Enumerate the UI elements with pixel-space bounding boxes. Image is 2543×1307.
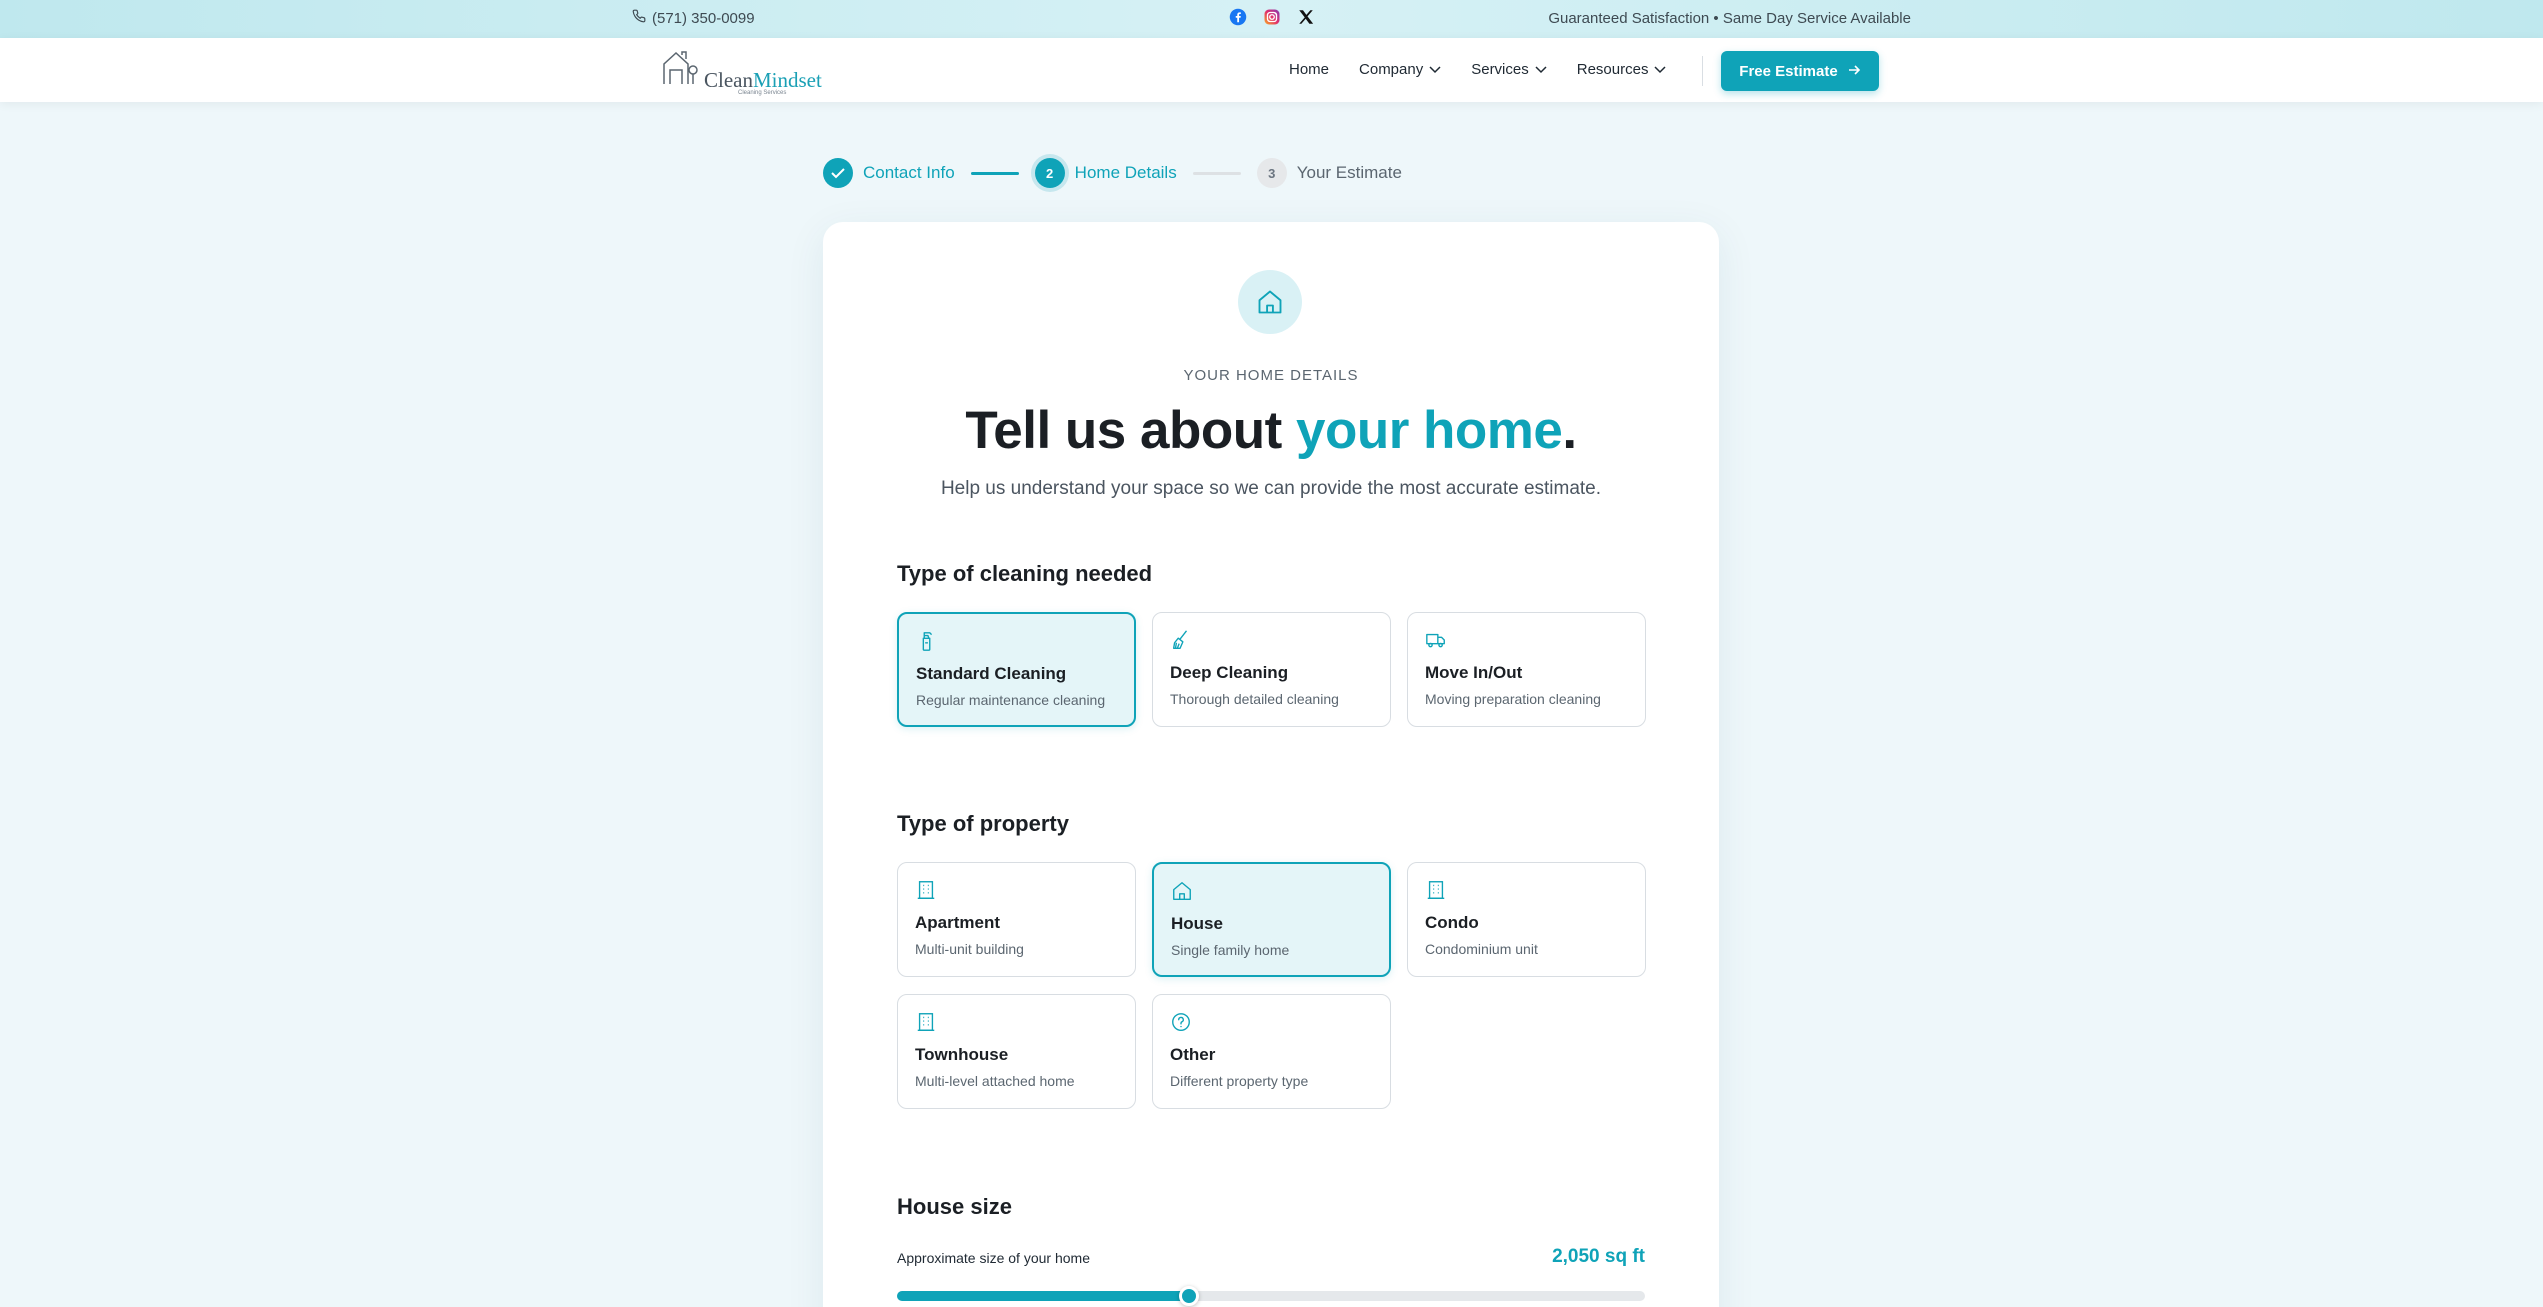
option-title: Townhouse xyxy=(915,1045,1009,1064)
page-subtitle: Help us understand your space so we can … xyxy=(940,478,1602,499)
step-connector xyxy=(970,171,1019,175)
building-icon xyxy=(915,879,937,901)
chevron-down-icon xyxy=(1535,61,1547,78)
step-1-check-icon[interactable] xyxy=(823,158,853,188)
phone-icon xyxy=(632,9,646,27)
phone-contact[interactable]: (571) 350-0099 xyxy=(632,9,755,27)
nav-item-label: Resources xyxy=(1576,61,1649,78)
headline-accent: your home xyxy=(1295,401,1563,460)
option-condo[interactable]: Condo Condominium unit xyxy=(1407,862,1646,977)
headline-end: . xyxy=(1562,401,1577,460)
option-townhouse[interactable]: Townhouse Multi-level attached home xyxy=(897,994,1136,1109)
truck-icon xyxy=(1425,629,1447,651)
option-house[interactable]: House Single family home xyxy=(1152,862,1391,977)
option-title: Move In/Out xyxy=(1425,663,1523,682)
logo-subtitle: Cleaning Services xyxy=(738,90,787,96)
option-title: Deep Cleaning xyxy=(1170,663,1289,682)
arrow-right-icon xyxy=(1848,63,1861,80)
logo-text-accent: Mindset xyxy=(752,68,822,92)
option-description: Different property type xyxy=(1170,1073,1309,1089)
headline-start: Tell us about xyxy=(965,401,1296,460)
option-title: Condo xyxy=(1425,913,1479,932)
option-description: Multi-unit building xyxy=(915,941,1024,957)
option-title: Other xyxy=(1170,1045,1216,1064)
house-icon xyxy=(1238,270,1302,334)
section-eyebrow: YOUR HOME DETAILS xyxy=(1183,367,1359,384)
spray-bottle-icon xyxy=(916,630,938,652)
nav-item-company[interactable]: Company xyxy=(1359,61,1441,78)
slider-fill xyxy=(897,1291,1189,1301)
option-apartment[interactable]: Apartment Multi-unit building xyxy=(897,862,1136,977)
property-type-title: Type of property xyxy=(897,811,1069,836)
top-info-bar: (571) 350-0099 Guaranteed Satisfaction •… xyxy=(0,0,2543,38)
option-other[interactable]: Other Different property type xyxy=(1152,994,1391,1109)
option-standard-cleaning[interactable]: Standard Cleaning Regular maintenance cl… xyxy=(897,612,1136,727)
brand-logo[interactable]: CleanMindset Cleaning Services xyxy=(662,50,822,96)
building-icon xyxy=(1425,879,1447,901)
building-icon xyxy=(915,1011,937,1033)
option-title: Apartment xyxy=(915,913,1001,932)
step-3-label: Your Estimate xyxy=(1296,163,1402,182)
instagram-icon[interactable] xyxy=(1262,7,1282,27)
nav-item-resources[interactable]: Resources xyxy=(1577,61,1667,78)
chevron-down-icon xyxy=(1654,61,1666,78)
step-3-number: 3 xyxy=(1256,158,1287,188)
facebook-icon[interactable] xyxy=(1228,7,1248,27)
option-description: Moving preparation cleaning xyxy=(1425,691,1601,707)
option-title: Standard Cleaning xyxy=(916,664,1067,683)
option-description: Multi-level attached home xyxy=(915,1073,1075,1089)
step-1-label[interactable]: Contact Info xyxy=(863,163,955,183)
nav-divider xyxy=(1702,56,1703,86)
nav-item-label: Services xyxy=(1471,61,1529,78)
logo-text-main: Clean xyxy=(704,68,753,92)
option-deep-cleaning[interactable]: Deep Cleaning Thorough detailed cleaning xyxy=(1152,612,1391,727)
step-2-number: 2 xyxy=(1034,158,1065,188)
option-description: Single family home xyxy=(1171,942,1290,958)
house-size-value: 2,050 sq ft xyxy=(1552,1246,1645,1267)
main-navigation: CleanMindset Cleaning Services Home Comp… xyxy=(0,38,2543,102)
house-logo-icon xyxy=(662,50,702,91)
page-title: Tell us about your home. xyxy=(823,400,1719,461)
option-title: House xyxy=(1171,914,1223,933)
nav-links: Home Company Services Resources xyxy=(1289,61,1666,78)
house-icon xyxy=(1171,880,1193,902)
cleaning-type-title: Type of cleaning needed xyxy=(897,561,1153,586)
nav-item-label: Home xyxy=(1289,61,1330,78)
nav-item-home[interactable]: Home xyxy=(1289,61,1329,78)
progress-stepper: Contact Info 2 Home Details 3 Your Estim… xyxy=(823,158,1402,188)
nav-item-services[interactable]: Services xyxy=(1471,61,1547,78)
phone-number: (571) 350-0099 xyxy=(652,9,755,27)
slider-thumb[interactable] xyxy=(1178,1286,1199,1306)
question-circle-icon xyxy=(1170,1011,1192,1033)
broom-icon xyxy=(1170,629,1192,651)
free-estimate-button[interactable]: Free Estimate xyxy=(1721,51,1879,91)
option-description: Regular maintenance cleaning xyxy=(916,692,1106,708)
logo-wordmark: CleanMindset xyxy=(704,70,822,91)
option-description: Thorough detailed cleaning xyxy=(1170,691,1339,707)
x-icon[interactable] xyxy=(1296,7,1316,27)
cta-label: Free Estimate xyxy=(1739,62,1838,80)
house-size-slider[interactable] xyxy=(897,1286,1645,1306)
house-size-label: Approximate size of your home xyxy=(897,1250,1090,1266)
option-move-in-out[interactable]: Move In/Out Moving preparation cleaning xyxy=(1407,612,1646,727)
option-description: Condominium unit xyxy=(1425,941,1538,957)
step-connector xyxy=(1192,171,1241,175)
step-2-label: Home Details xyxy=(1074,163,1177,182)
house-size-title: House size xyxy=(897,1194,1012,1219)
chevron-down-icon xyxy=(1429,61,1441,78)
nav-item-label: Company xyxy=(1359,61,1424,78)
home-details-card: YOUR HOME DETAILS Tell us about your hom… xyxy=(823,222,1719,1307)
service-tagline: Guaranteed Satisfaction • Same Day Servi… xyxy=(1548,10,1911,27)
social-links xyxy=(1228,7,1316,27)
